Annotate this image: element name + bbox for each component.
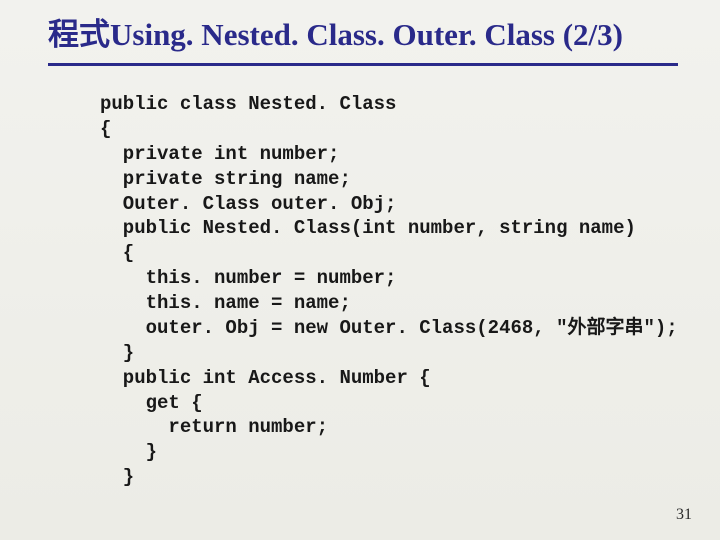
title-underline — [48, 63, 678, 66]
slide-title: 程式Using. Nested. Class. Outer. Class (2/… — [48, 18, 680, 52]
slide: 程式Using. Nested. Class. Outer. Class (2/… — [0, 0, 720, 540]
code-block: public class Nested. Class { private int… — [100, 92, 678, 490]
page-number: 31 — [676, 506, 692, 524]
